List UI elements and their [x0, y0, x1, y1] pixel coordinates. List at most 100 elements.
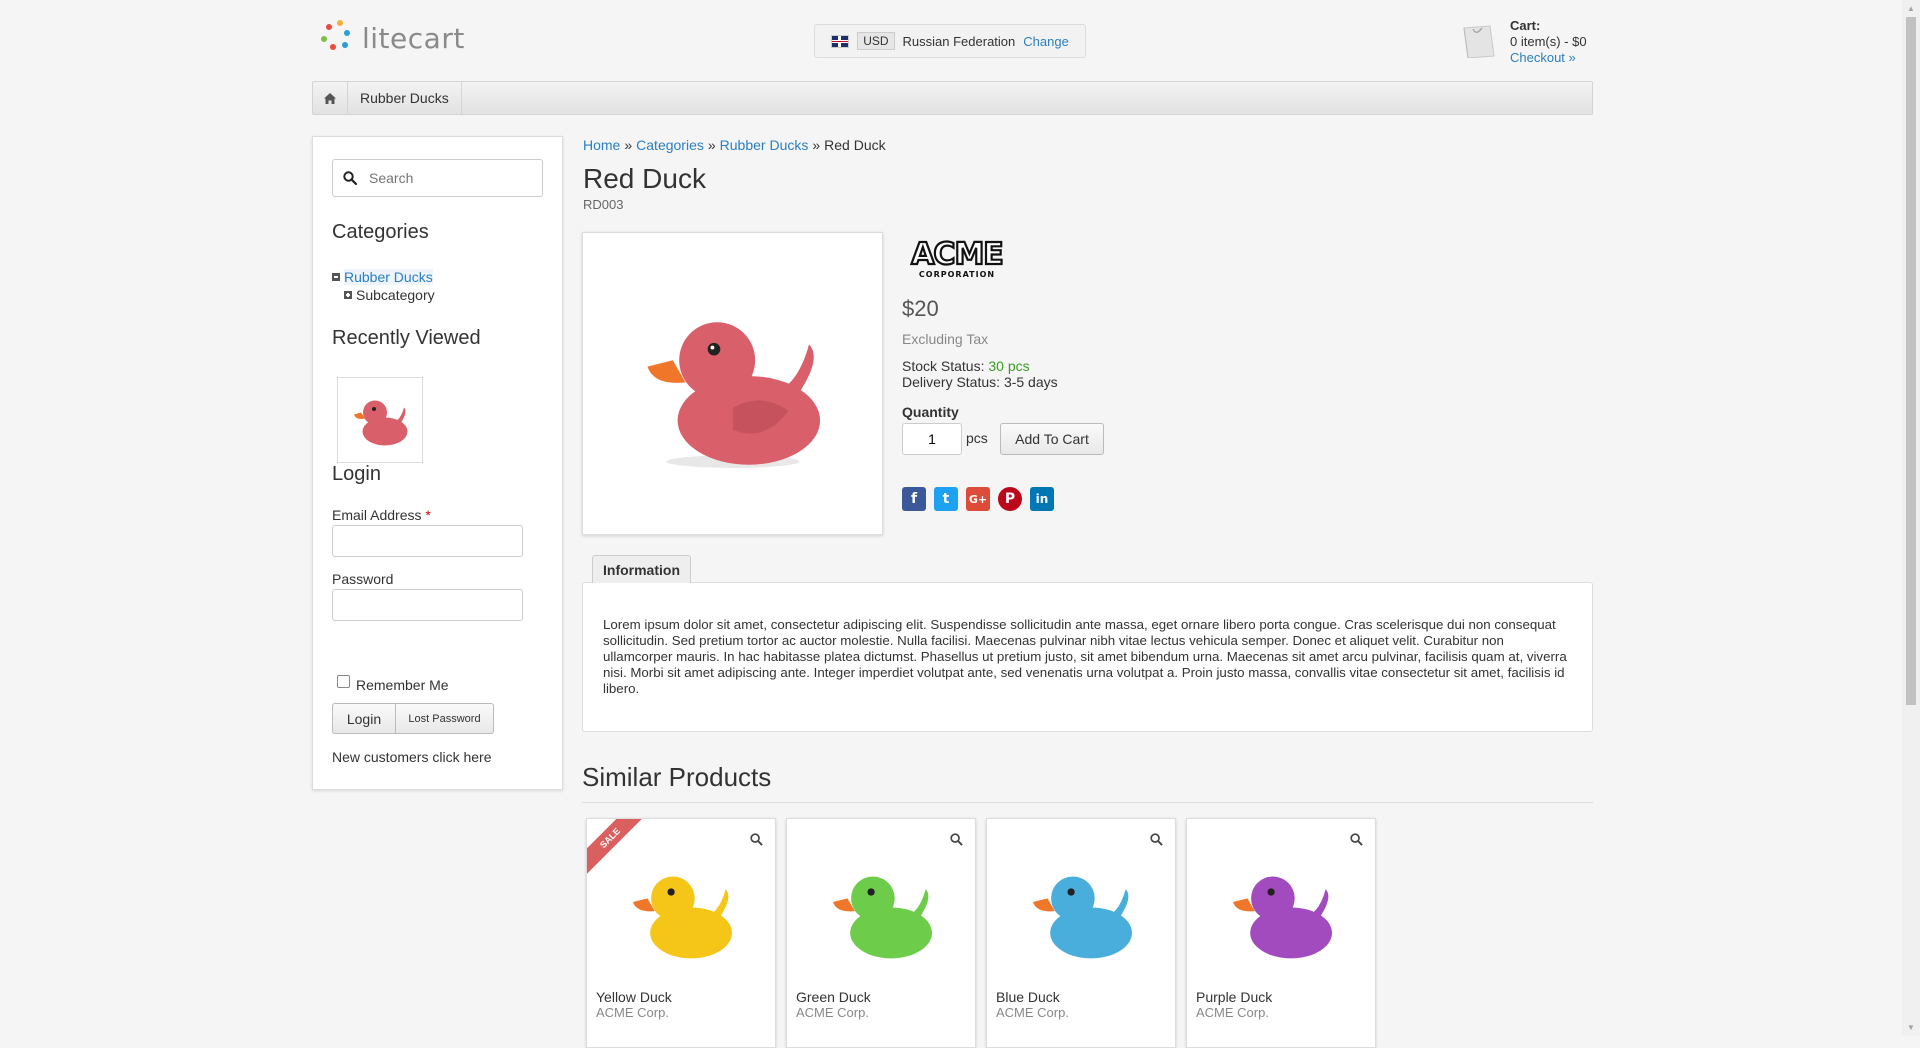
manufacturer-logo[interactable]: ACME CORPORATION — [902, 234, 1012, 280]
twitter-icon[interactable]: t — [934, 487, 958, 511]
logo-dots-icon — [318, 18, 358, 58]
product-card-purple[interactable]: Purple Duck ACME Corp. — [1186, 818, 1376, 1048]
tab-information[interactable]: Information — [592, 555, 691, 583]
logo-text: litecart — [362, 21, 465, 55]
category-label[interactable]: Subcategory — [356, 287, 435, 303]
divider — [582, 802, 1593, 803]
uk-flag-icon — [831, 34, 850, 48]
scrollbar-thumb[interactable] — [1906, 17, 1916, 705]
add-to-cart-button[interactable]: Add To Cart — [1000, 423, 1104, 455]
email-field[interactable] — [332, 525, 523, 557]
new-customers-link[interactable]: New customers click here — [332, 749, 492, 765]
product-name: Yellow Duck — [596, 989, 672, 1005]
login-heading: Login — [332, 463, 381, 485]
site-logo[interactable]: litecart — [318, 18, 498, 58]
product-image — [627, 857, 737, 967]
collapse-icon — [332, 273, 340, 281]
breadcrumb-categories[interactable]: Categories — [636, 137, 704, 153]
change-region-link[interactable]: Change — [1023, 34, 1069, 49]
search-icon — [343, 171, 357, 185]
shopping-bag-icon — [1463, 25, 1495, 58]
product-card-blue[interactable]: Blue Duck ACME Corp. — [986, 818, 1176, 1048]
nav-item-rubber-ducks[interactable]: Rubber Ducks — [348, 82, 462, 114]
password-field[interactable] — [332, 589, 523, 621]
svg-text:ACME: ACME — [911, 237, 1003, 272]
login-buttons: Login Lost Password — [332, 703, 494, 734]
linkedin-icon[interactable]: in — [1030, 487, 1054, 511]
red-duck-thumbnail — [354, 400, 408, 446]
page-title: Red Duck — [583, 163, 706, 194]
share-icons: f t G+ P in — [902, 487, 1054, 511]
cart-title: Cart: — [1510, 18, 1541, 33]
green-duck-image — [832, 876, 932, 959]
product-manufacturer: ACME Corp. — [996, 1005, 1069, 1020]
google-plus-icon[interactable]: G+ — [966, 487, 990, 511]
stock-status: Stock Status: 30 pcs — [902, 358, 1030, 374]
lost-password-button[interactable]: Lost Password — [396, 703, 494, 734]
product-manufacturer: ACME Corp. — [1196, 1005, 1269, 1020]
scroll-up-icon[interactable]: ▲ — [1902, 0, 1920, 17]
product-name: Blue Duck — [996, 989, 1060, 1005]
quantity-label: Quantity — [902, 404, 959, 420]
product-name: Green Duck — [796, 989, 871, 1005]
region-selector: USD Russian Federation Change — [814, 24, 1086, 58]
blue-duck-image — [1032, 876, 1132, 959]
quantity-unit: pcs — [966, 430, 988, 446]
svg-text:CORPORATION: CORPORATION — [919, 270, 995, 279]
zoom-icon[interactable] — [1150, 833, 1163, 846]
similar-products-heading: Similar Products — [582, 762, 772, 792]
cart-widget[interactable]: Cart: 0 item(s) - $0 Checkout » — [1460, 18, 1600, 68]
zoom-icon[interactable] — [750, 833, 763, 846]
remember-me-label: Remember Me — [356, 677, 449, 693]
expand-icon — [344, 291, 352, 299]
category-label[interactable]: Rubber Ducks — [344, 269, 433, 285]
breadcrumb: Home» Categories» Rubber Ducks» Red Duck — [583, 137, 886, 153]
product-name: Purple Duck — [1196, 989, 1273, 1005]
category-subcategory[interactable]: Subcategory — [344, 287, 435, 303]
product-image — [827, 857, 937, 967]
vertical-scrollbar[interactable]: ▲ ▼ — [1902, 0, 1920, 1036]
sidebar: Categories Rubber Ducks Subcategory Rece… — [312, 136, 563, 790]
product-card-green[interactable]: Green Duck ACME Corp. — [786, 818, 976, 1048]
remember-me-checkbox[interactable] — [337, 675, 350, 688]
region-country: Russian Federation — [902, 33, 1016, 49]
product-manufacturer: ACME Corp. — [596, 1005, 669, 1020]
zoom-icon[interactable] — [1350, 833, 1363, 846]
checkout-link[interactable]: Checkout » — [1510, 50, 1576, 65]
product-card-yellow[interactable]: SALE Yellow Duck ACME Corp. — [586, 818, 776, 1048]
breadcrumb-current: Red Duck — [824, 137, 886, 153]
email-label: Email Address * — [332, 507, 431, 523]
quantity-input[interactable] — [902, 423, 962, 455]
scroll-down-icon[interactable]: ▼ — [1902, 1019, 1920, 1036]
recently-viewed-item[interactable] — [337, 377, 423, 463]
product-sku: RD003 — [583, 197, 624, 212]
product-image — [1227, 857, 1337, 967]
home-icon — [324, 92, 336, 104]
yellow-duck-image — [632, 876, 732, 959]
tax-note: Excluding Tax — [902, 331, 989, 347]
login-button[interactable]: Login — [332, 703, 396, 734]
categories-heading: Categories — [332, 221, 429, 243]
password-label: Password — [332, 571, 394, 587]
search-input[interactable] — [367, 169, 531, 187]
product-manufacturer: ACME Corp. — [796, 1005, 869, 1020]
breadcrumb-rubber-ducks[interactable]: Rubber Ducks — [720, 137, 809, 153]
product-description: Lorem ipsum dolor sit amet, consectetur … — [603, 617, 1567, 696]
product-image[interactable] — [582, 232, 883, 535]
zoom-icon[interactable] — [950, 833, 963, 846]
category-rubber-ducks[interactable]: Rubber Ducks — [332, 269, 433, 285]
search-box[interactable] — [332, 159, 543, 197]
information-panel: Lorem ipsum dolor sit amet, consectetur … — [582, 582, 1593, 732]
product-price: $20 — [902, 296, 939, 321]
cart-summary: 0 item(s) - $0 — [1510, 34, 1587, 49]
breadcrumb-home[interactable]: Home — [583, 137, 620, 153]
red-duck-image — [647, 321, 820, 468]
nav-home[interactable] — [313, 82, 348, 114]
delivery-status: Delivery Status: 3-5 days — [902, 374, 1058, 390]
main-nav: Rubber Ducks — [312, 81, 1593, 115]
currency-badge: USD — [857, 32, 895, 50]
purple-duck-image — [1232, 876, 1332, 959]
facebook-icon[interactable]: f — [902, 487, 926, 511]
product-image — [1027, 857, 1137, 967]
pinterest-icon[interactable]: P — [998, 487, 1022, 511]
